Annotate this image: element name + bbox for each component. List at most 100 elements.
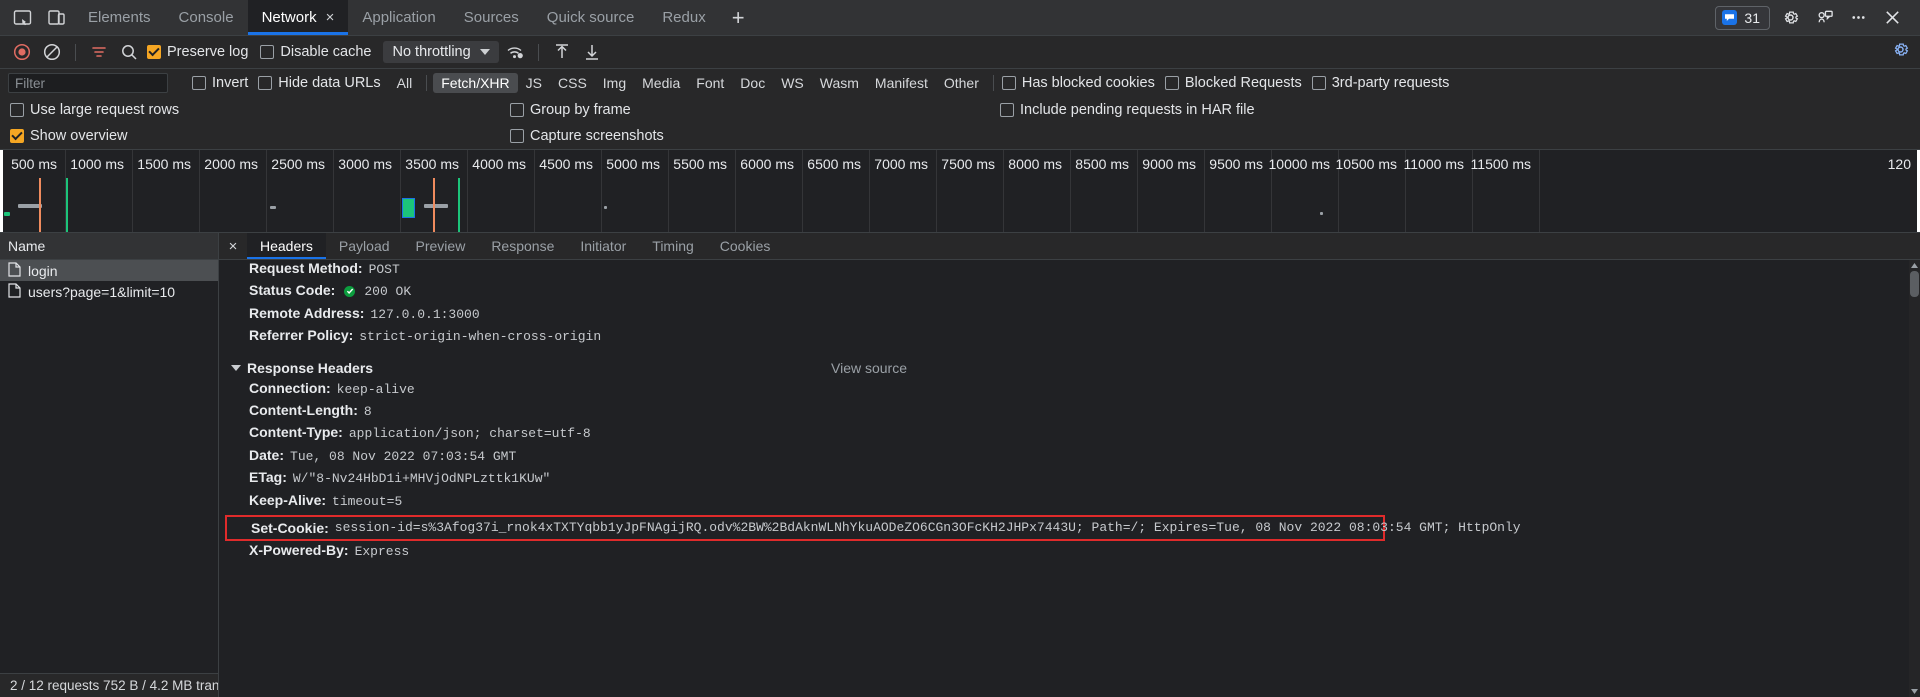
filter-divider [426,75,428,91]
header-referrer-policy: Referrer Policy: strict-origin-when-cros… [231,327,1920,349]
tab-application[interactable]: Application [348,0,449,35]
detail-tab-response[interactable]: Response [478,233,567,259]
header-value: 127.0.0.1:3000 [370,306,480,322]
checkbox-box [510,103,524,117]
view-source-link[interactable]: View source [831,360,907,376]
header-key: Set-Cookie: [251,519,329,536]
use-large-request-rows-checkbox[interactable]: Use large request rows [8,102,508,118]
show-overview-checkbox[interactable]: Show overview [8,128,508,144]
preserve-log-checkbox[interactable]: Preserve log [145,44,256,60]
filter-type-fetch-xhr[interactable]: Fetch/XHR [433,73,518,93]
record-button[interactable] [8,39,36,65]
import-har-icon[interactable] [548,39,576,65]
overview-selection-handle-left[interactable] [0,150,3,232]
disable-cache-checkbox[interactable]: Disable cache [258,44,379,60]
filter-type-doc[interactable]: Doc [732,73,773,93]
request-row-users[interactable]: users?page=1&limit=10 [0,281,218,302]
filter-type-js[interactable]: JS [518,73,550,93]
device-toolbar-icon[interactable] [44,6,68,30]
detail-tab-initiator[interactable]: Initiator [567,233,639,259]
overview-tick: 6500 ms [807,156,861,172]
filter-type-font[interactable]: Font [688,73,732,93]
section-title-label: Response Headers [247,359,374,376]
capture-screenshots-checkbox[interactable]: Capture screenshots [508,128,998,144]
detail-tab-timing[interactable]: Timing [639,233,707,259]
detail-tab-preview[interactable]: Preview [403,233,479,259]
header-value: application/json; charset=utf-8 [348,426,591,442]
overview-tick: 8000 ms [1008,156,1062,172]
third-party-label: 3rd-party requests [1331,75,1450,91]
network-toolbar: Preserve log Disable cache No throttling [0,36,1920,69]
close-icon[interactable]: × [219,233,247,259]
requests-column-header[interactable]: Name [0,233,218,260]
tab-redux[interactable]: Redux [648,0,719,35]
invert-checkbox[interactable]: Invert [190,75,256,91]
network-conditions-icon[interactable] [501,39,529,65]
header-value: Tue, 08 Nov 2022 07:03:54 GMT [290,448,517,464]
request-detail-pane: × Headers Payload Preview Response Initi… [219,233,1920,697]
overview-load-event-line [39,178,41,232]
throttling-select[interactable]: No throttling [383,41,499,63]
scroll-down-arrow-icon[interactable] [1910,686,1919,697]
overview-tick: 9500 ms [1209,156,1263,172]
header-value: Express [354,543,410,559]
header-key: Content-Type: [249,424,343,441]
header-content-length: Content-Length: 8 [231,402,1920,424]
tab-sources[interactable]: Sources [450,0,533,35]
overview-tick: 3500 ms [405,156,459,172]
issues-icon [1722,10,1738,25]
filter-input[interactable] [8,73,168,93]
detail-scrollbar[interactable] [1909,260,1920,697]
scroll-up-arrow-icon[interactable] [1909,260,1920,271]
tab-network[interactable]: Network × [247,0,349,35]
third-party-requests-checkbox[interactable]: 3rd-party requests [1310,75,1458,91]
checkbox-box [10,103,24,117]
checkbox-box [1311,76,1326,90]
add-tab-icon[interactable]: + [720,0,757,35]
tab-label: Redux [662,9,706,26]
close-devtools-icon[interactable] [1878,4,1906,32]
request-row-login[interactable]: login [0,260,218,281]
clear-button[interactable] [38,39,66,65]
include-pending-checkbox[interactable]: Include pending requests in HAR file [998,102,1263,118]
filter-type-other[interactable]: Other [936,73,987,93]
close-icon[interactable]: × [326,10,335,25]
overview-screenshot-block[interactable] [402,198,415,218]
header-connection: Connection: keep-alive [231,380,1920,402]
filter-type-all[interactable]: All [389,73,421,93]
blocked-requests-checkbox[interactable]: Blocked Requests [1163,75,1310,91]
dock-side-icon[interactable] [10,6,34,30]
more-options-icon[interactable] [1844,4,1872,32]
filter-type-wasm[interactable]: Wasm [812,73,867,93]
filter-type-css[interactable]: CSS [550,73,595,93]
document-icon [8,282,21,301]
scrollbar-thumb[interactable] [1910,271,1919,297]
checkbox-box [10,129,24,143]
filter-toggle-button[interactable] [85,39,113,65]
network-settings-gear-icon[interactable] [1891,40,1910,64]
hide-data-urls-checkbox[interactable]: Hide data URLs [256,75,388,91]
capture-screenshots-label: Capture screenshots [530,128,664,144]
header-keep-alive: Keep-Alive: timeout=5 [231,492,1920,514]
network-overview-timeline[interactable]: 500 ms 1000 ms 1500 ms 2000 ms 2500 ms 3… [0,149,1920,233]
filter-type-media[interactable]: Media [634,73,688,93]
search-icon[interactable] [115,39,143,65]
tab-quick-source[interactable]: Quick source [533,0,649,35]
response-headers-section-title[interactable]: Response Headers View source [231,356,1920,380]
detail-tab-payload[interactable]: Payload [326,233,403,259]
issues-counter-button[interactable]: 31 [1715,5,1770,30]
group-by-frame-checkbox[interactable]: Group by frame [508,102,998,118]
filter-type-manifest[interactable]: Manifest [867,73,936,93]
detail-tab-headers[interactable]: Headers [247,233,326,259]
checkbox-box [1164,76,1179,90]
tab-elements[interactable]: Elements [74,0,165,35]
filter-type-ws[interactable]: WS [773,73,812,93]
export-har-icon[interactable] [578,39,606,65]
tab-console[interactable]: Console [165,0,248,35]
settings-gear-icon[interactable] [1776,4,1804,32]
filter-type-img[interactable]: Img [595,73,634,93]
has-blocked-cookies-checkbox[interactable]: Has blocked cookies [1000,75,1163,91]
use-large-request-rows-label: Use large request rows [30,102,180,118]
customize-devtools-icon[interactable] [1810,4,1838,32]
detail-tab-cookies[interactable]: Cookies [707,233,784,259]
